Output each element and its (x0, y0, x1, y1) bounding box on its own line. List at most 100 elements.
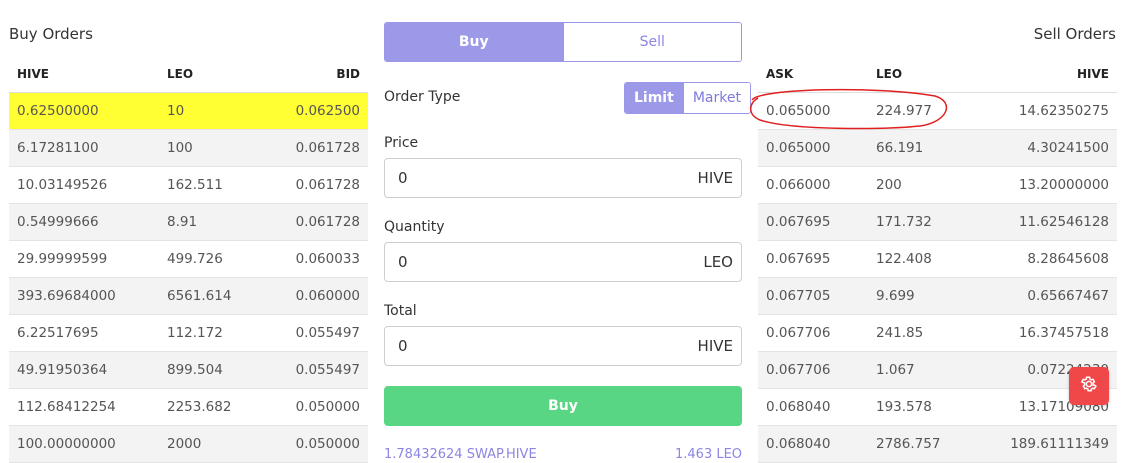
cell-leo: 200 (868, 166, 968, 204)
table-row[interactable]: 0.067705 9.699 0.65667467 (758, 277, 1117, 315)
total-label: Total (384, 303, 417, 319)
table-row[interactable]: 0.54999666 8.91 0.061728 (9, 203, 368, 241)
cell-hive: 11.62546128 (968, 203, 1117, 241)
cell-hive: 16.37457518 (968, 314, 1117, 352)
cell-hive: 393.69684000 (9, 277, 159, 315)
cell-hive: 112.68412254 (9, 388, 159, 426)
cell-leo: 1.067 (868, 351, 968, 389)
price-field: HIVE (384, 158, 742, 198)
column-header-bid[interactable]: BID (269, 56, 368, 93)
table-row[interactable]: 0.067706 241.85 16.37457518 (758, 314, 1117, 352)
table-row[interactable]: 6.17281100 100 0.061728 (9, 129, 368, 167)
table-row[interactable]: 6.22517695 112.172 0.055497 (9, 314, 368, 352)
buy-orders-title: Buy Orders (9, 25, 93, 43)
sell-orders-table: ASK LEO HIVE 0.065000 224.977 14.62350275 0… (758, 56, 1117, 463)
cell-hive: 6.17281100 (9, 129, 159, 167)
cell-leo: 171.732 (868, 203, 968, 241)
cell-leo: 241.85 (868, 314, 968, 352)
cell-leo: 2253.682 (159, 388, 269, 426)
sell-orders-header: ASK LEO HIVE (758, 56, 1117, 93)
cell-leo: 9.699 (868, 277, 968, 315)
column-header-hive[interactable]: HIVE (968, 56, 1117, 93)
cell-bid: 0.055497 (269, 351, 368, 389)
cell-leo: 6561.614 (159, 277, 269, 315)
cell-hive: 8.28645608 (968, 240, 1117, 278)
cell-leo: 10 (159, 92, 269, 130)
cell-ask: 0.067705 (758, 277, 868, 315)
cell-leo: 112.172 (159, 314, 269, 352)
cell-ask: 0.067695 (758, 240, 868, 278)
limit-option[interactable]: Limit (625, 83, 683, 113)
cell-leo: 899.504 (159, 351, 269, 389)
cell-ask: 0.065000 (758, 129, 868, 167)
cell-bid: 0.060033 (269, 240, 368, 278)
cell-hive: 4.30241500 (968, 129, 1117, 167)
table-row[interactable]: 112.68412254 2253.682 0.050000 (9, 388, 368, 426)
order-type-label: Order Type (384, 89, 461, 105)
cell-hive: 6.22517695 (9, 314, 159, 352)
table-row[interactable]: 0.068040 193.578 13.17109080 (758, 388, 1117, 426)
table-row[interactable]: 0.0677061.0670.07224230 (758, 351, 1117, 389)
column-header-hive[interactable]: HIVE (9, 56, 159, 93)
buy-sell-tabs: Buy Sell (384, 22, 742, 62)
quantity-input[interactable] (385, 243, 704, 281)
price-unit: HIVE (697, 169, 733, 187)
price-label: Price (384, 135, 419, 151)
cell-hive: 0.65667467 (968, 277, 1117, 315)
price-input[interactable] (385, 159, 698, 197)
order-type-toggle: Limit Market (624, 82, 751, 114)
cell-hive: 0.62500000 (9, 92, 159, 130)
quantity-label: Quantity (384, 219, 445, 235)
cell-hive: 13.20000000 (968, 166, 1117, 204)
cell-leo: 8.91 (159, 203, 269, 241)
cell-leo: 193.578 (868, 388, 968, 426)
sell-orders-title: Sell Orders (1033, 25, 1116, 43)
cell-ask: 0.065000 (758, 92, 868, 130)
cell-ask: 0.066000 (758, 166, 868, 204)
cell-leo: 122.408 (868, 240, 968, 278)
cell-hive: 49.91950364 (9, 351, 159, 389)
cell-leo: 66.191 (868, 129, 968, 167)
cell-hive: 0.54999666 (9, 203, 159, 241)
cell-bid: 0.060000 (269, 277, 368, 315)
balance-leo[interactable]: 1.463 LEO (675, 447, 742, 462)
cell-ask: 0.067695 (758, 203, 868, 241)
cell-ask: 0.068040 (758, 388, 868, 426)
table-row[interactable]: 0.067695 122.408 8.28645608 (758, 240, 1117, 278)
market-option[interactable]: Market (682, 83, 750, 113)
table-row[interactable]: 10.03149526 162.511 0.061728 (9, 166, 368, 204)
cell-leo: 162.511 (159, 166, 269, 204)
column-header-leo[interactable]: LEO (159, 56, 269, 93)
cell-hive: 10.03149526 (9, 166, 159, 204)
cell-bid: 0.062500 (269, 92, 368, 130)
cell-ask: 0.067706 (758, 351, 868, 389)
table-row[interactable]: 49.91950364 899.504 0.055497 (9, 351, 368, 389)
buy-orders-table: HIVE LEO BID 0.62500000 10 0.062500 6.17281… (9, 56, 368, 463)
buy-orders-header: HIVE LEO BID (9, 56, 368, 93)
table-row[interactable]: 0.067695 171.732 11.62546128 (758, 203, 1117, 241)
total-field: HIVE (384, 326, 742, 366)
buy-submit-button[interactable]: Buy (384, 386, 742, 426)
tab-buy[interactable]: Buy (385, 23, 563, 61)
column-header-leo[interactable]: LEO (868, 56, 968, 93)
table-row[interactable]: 393.69684000 6561.614 0.060000 (9, 277, 368, 315)
tab-sell[interactable]: Sell (562, 23, 741, 61)
cell-bid: 0.061728 (269, 203, 368, 241)
quantity-unit: LEO (703, 253, 733, 271)
column-header-ask[interactable]: ASK (758, 56, 868, 93)
cell-bid: 0.061728 (269, 166, 368, 204)
table-row[interactable]: 29.99999599 499.726 0.060033 (9, 240, 368, 278)
cell-bid: 0.061728 (269, 129, 368, 167)
table-row[interactable]: 0.62500000 10 0.062500 (9, 92, 368, 130)
settings-button[interactable] (1069, 367, 1109, 405)
cell-bid: 0.055497 (269, 314, 368, 352)
table-row[interactable]: 0.065000 224.977 14.62350275 (758, 92, 1117, 130)
table-row[interactable]: 0.065000 66.191 4.30241500 (758, 129, 1117, 167)
cell-hive: 29.99999599 (9, 240, 159, 278)
cell-leo: 224.977 (868, 92, 968, 130)
table-row[interactable]: 0.066000 200 13.20000000 (758, 166, 1117, 204)
cell-leo: 100 (159, 129, 269, 167)
balance-swap-hive[interactable]: 1.78432624 SWAP.HIVE (384, 447, 537, 462)
cell-bid: 0.050000 (269, 388, 368, 426)
total-input[interactable] (385, 327, 698, 365)
